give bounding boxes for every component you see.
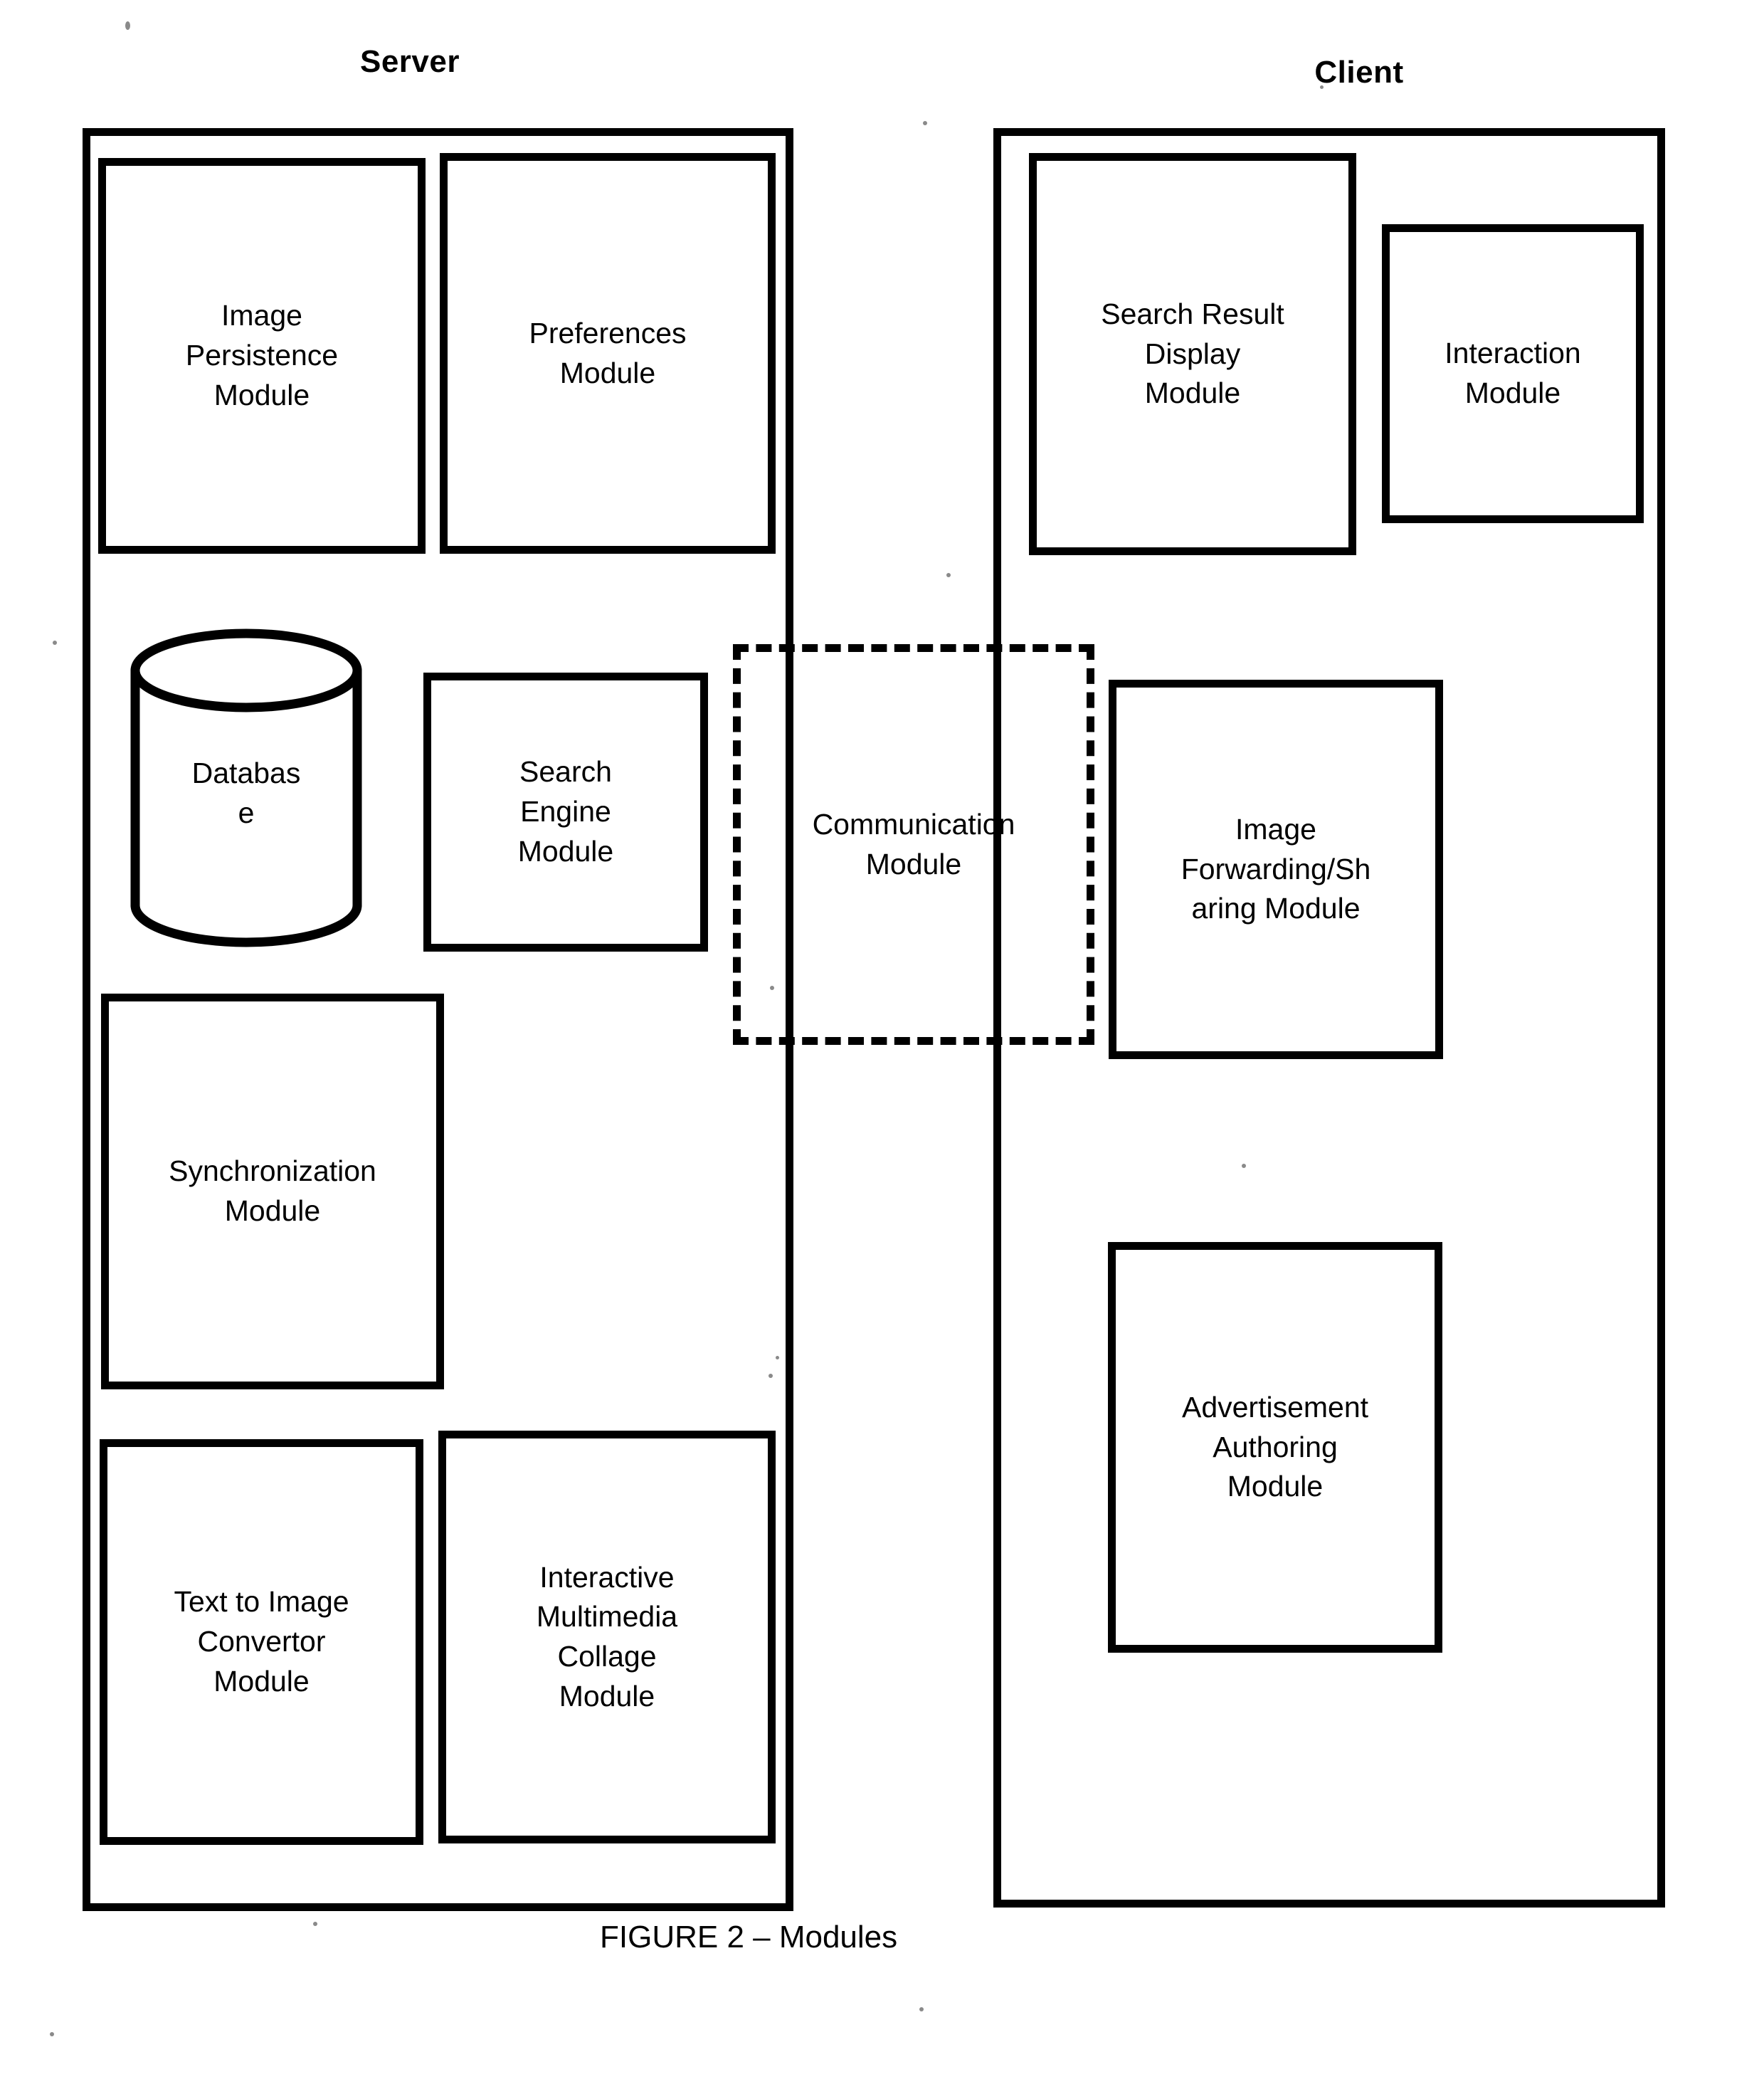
module-preferences[interactable]: Preferences Module (440, 153, 776, 554)
server-group-title: Server (359, 44, 460, 79)
scan-speck (53, 641, 57, 645)
module-search-result-display-label: Search Result Display Module (1101, 297, 1284, 410)
module-image-forwarding-sharing[interactable]: Image Forwarding/Sh aring Module (1109, 680, 1443, 1059)
module-image-forwarding-sharing-label: Image Forwarding/Sh aring Module (1181, 812, 1371, 925)
module-communication-label: Communication Module (812, 807, 1015, 880)
client-group-title: Client (1314, 55, 1404, 90)
module-text-to-image-convertor[interactable]: Text to Image Convertor Module (100, 1439, 423, 1845)
module-preferences-label: Preferences Module (529, 316, 687, 389)
scan-speck (50, 2032, 54, 2036)
module-database-label: Databas e (191, 757, 301, 829)
module-image-persistence[interactable]: Image Persistence Module (98, 158, 426, 554)
module-interaction[interactable]: Interaction Module (1382, 224, 1644, 523)
module-interaction-label: Interaction Module (1445, 337, 1581, 409)
module-communication[interactable]: Communication Module (733, 644, 1094, 1045)
module-advertisement-authoring-label: Advertisement Authoring Module (1181, 1390, 1369, 1503)
scan-speck (919, 2007, 924, 2011)
module-text-to-image-convertor-label: Text to Image Convertor Module (174, 1585, 349, 1698)
module-synchronization[interactable]: Synchronization Module (101, 994, 444, 1389)
scan-speck (125, 21, 130, 30)
scan-speck (923, 121, 927, 125)
module-advertisement-authoring[interactable]: Advertisement Authoring Module (1108, 1242, 1442, 1653)
module-image-persistence-label: Image Persistence Module (185, 299, 339, 411)
module-synchronization-label: Synchronization Module (169, 1154, 376, 1227)
module-database[interactable]: Databas e (128, 626, 364, 948)
module-interactive-multimedia-collage[interactable]: Interactive Multimedia Collage Module (438, 1431, 776, 1843)
figure-caption: FIGURE 2 – Modules (600, 1920, 898, 1954)
scan-speck (946, 573, 951, 577)
figure-canvas: Server Client Image Persistence Module P… (0, 0, 1764, 2094)
module-search-result-display[interactable]: Search Result Display Module (1029, 153, 1356, 555)
scan-speck (313, 1922, 317, 1926)
module-interactive-multimedia-collage-label: Interactive Multimedia Collage Module (536, 1560, 678, 1712)
module-search-engine-label: Search Engine Module (517, 755, 614, 868)
module-search-engine[interactable]: Search Engine Module (423, 673, 708, 952)
